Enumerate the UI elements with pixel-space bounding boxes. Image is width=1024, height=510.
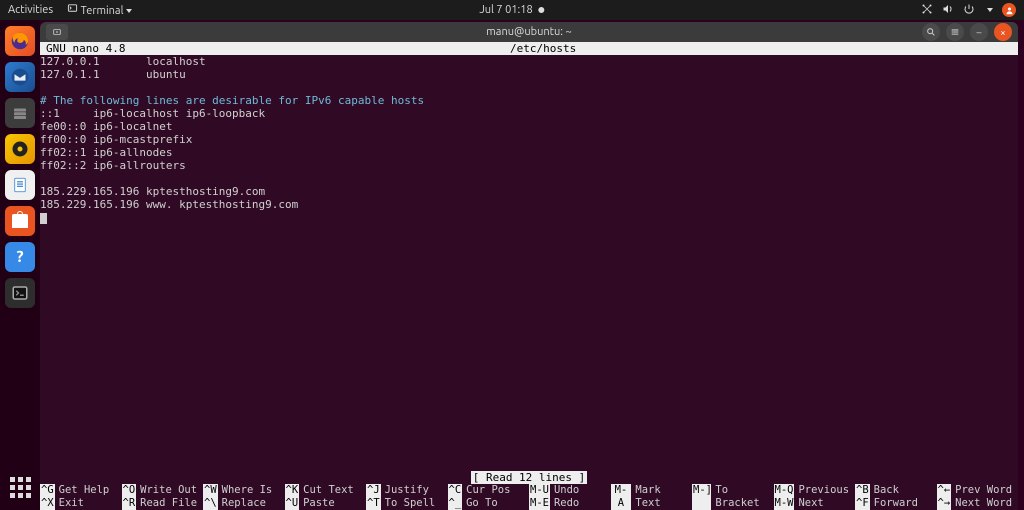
show-applications-button[interactable] (5, 472, 35, 502)
network-icon (921, 3, 933, 18)
nano-shortcut: ^←Prev Word (937, 484, 1019, 497)
nano-shortcut: ^BBack (855, 484, 937, 497)
terminal-viewport[interactable]: GNU nano 4.8 /etc/hosts 127.0.0.1 localh… (40, 42, 1018, 510)
dock-icon-software[interactable] (5, 206, 35, 236)
nano-shortcut: ^WWhere Is (203, 484, 285, 497)
gnome-topbar: Activities Terminal Jul 7 01:18 (0, 0, 1024, 20)
nano-shortcut: M-WNext (774, 497, 856, 510)
chevron-down-icon (987, 8, 993, 12)
editor-line: 127.0.1.1 ubuntu (40, 68, 1018, 81)
hamburger-menu[interactable] (946, 23, 964, 41)
nano-shortcut: ^KCut Text (285, 484, 367, 497)
nano-shortcut: ^FForward (855, 497, 937, 510)
editor-line (40, 81, 1018, 94)
nano-shortcut-bar: ^GGet Help^XExit^OWrite Out^RRead File^W… (40, 484, 1018, 510)
nano-shortcut: M-]To Bracket (692, 484, 774, 510)
nano-shortcut: ^XExit (40, 497, 122, 510)
editor-line: 185.229.165.196 kptesthosting9.com (40, 185, 1018, 198)
editor-line: # The following lines are desirable for … (40, 94, 1018, 107)
dock-icon-libreoffice[interactable] (5, 170, 35, 200)
window-titlebar[interactable]: manu@ubuntu: ~ – × (40, 22, 1018, 42)
dock-icon-terminal[interactable] (5, 278, 35, 308)
nano-shortcut: ^_Go To Line (448, 497, 530, 510)
terminal-window: manu@ubuntu: ~ – × GNU nano 4.8 /etc/hos… (40, 22, 1018, 510)
volume-icon (942, 3, 954, 18)
nano-shortcut: ^UPaste Text (285, 497, 367, 510)
editor-line: 185.229.165.196 www. kptesthosting9.com (40, 198, 1018, 211)
editor-line: ff00::0 ip6-mcastprefix (40, 133, 1018, 146)
nano-shortcut: ^JJustify (366, 484, 448, 497)
nano-filename: /etc/hosts (510, 42, 576, 55)
nano-status: [ Read 12 lines ] (40, 471, 1018, 484)
editor-line (40, 172, 1018, 185)
dock-icon-firefox[interactable] (5, 26, 35, 56)
nano-shortcut: ^OWrite Out (122, 484, 204, 497)
editor-line: ff02::1 ip6-allnodes (40, 146, 1018, 159)
editor-line: fe00::0 ip6-localnet (40, 120, 1018, 133)
dock-icon-thunderbird[interactable] (5, 62, 35, 92)
dock-icon-files[interactable] (5, 98, 35, 128)
nano-title-bar: GNU nano 4.8 /etc/hosts (40, 42, 1018, 55)
editor-line: ff02::2 ip6-allrouters (40, 159, 1018, 172)
window-title: manu@ubuntu: ~ (486, 26, 571, 38)
nano-shortcut: ^TTo Spell (366, 497, 448, 510)
nano-shortcut: M-ERedo (529, 497, 611, 510)
app-menu[interactable]: Terminal (67, 3, 132, 17)
nano-app-label: GNU nano 4.8 (40, 42, 510, 55)
nano-shortcut: M-UUndo (529, 484, 611, 497)
clock[interactable]: Jul 7 01:18 (479, 4, 544, 16)
search-button[interactable] (922, 23, 940, 41)
new-tab-button[interactable] (46, 24, 68, 40)
editor-line: 127.0.0.1 localhost (40, 55, 1018, 68)
nano-shortcut: M-AMark Text (611, 484, 693, 510)
power-icon (963, 3, 975, 18)
nano-editor-body[interactable]: 127.0.0.1 localhost127.0.1.1 ubuntu # Th… (40, 55, 1018, 224)
activities-button[interactable]: Activities (8, 4, 53, 16)
minimize-button[interactable]: – (970, 23, 988, 41)
system-status-area[interactable] (921, 3, 1016, 18)
nano-shortcut: ^→Next Word (937, 497, 1019, 510)
close-button[interactable]: × (994, 23, 1012, 41)
text-cursor (40, 213, 47, 224)
nano-shortcut: ^\Replace (203, 497, 285, 510)
dock-icon-help[interactable]: ? (5, 242, 35, 272)
user-avatar[interactable] (1002, 3, 1016, 17)
dock-icon-rhythmbox[interactable] (5, 134, 35, 164)
editor-line: ::1 ip6-localhost ip6-loopback (40, 107, 1018, 120)
dock: ? (0, 20, 40, 510)
nano-shortcut: ^RRead File (122, 497, 204, 510)
nano-shortcut: ^CCur Pos (448, 484, 530, 497)
nano-shortcut: ^GGet Help (40, 484, 122, 497)
nano-shortcut: M-QPrevious (774, 484, 856, 497)
